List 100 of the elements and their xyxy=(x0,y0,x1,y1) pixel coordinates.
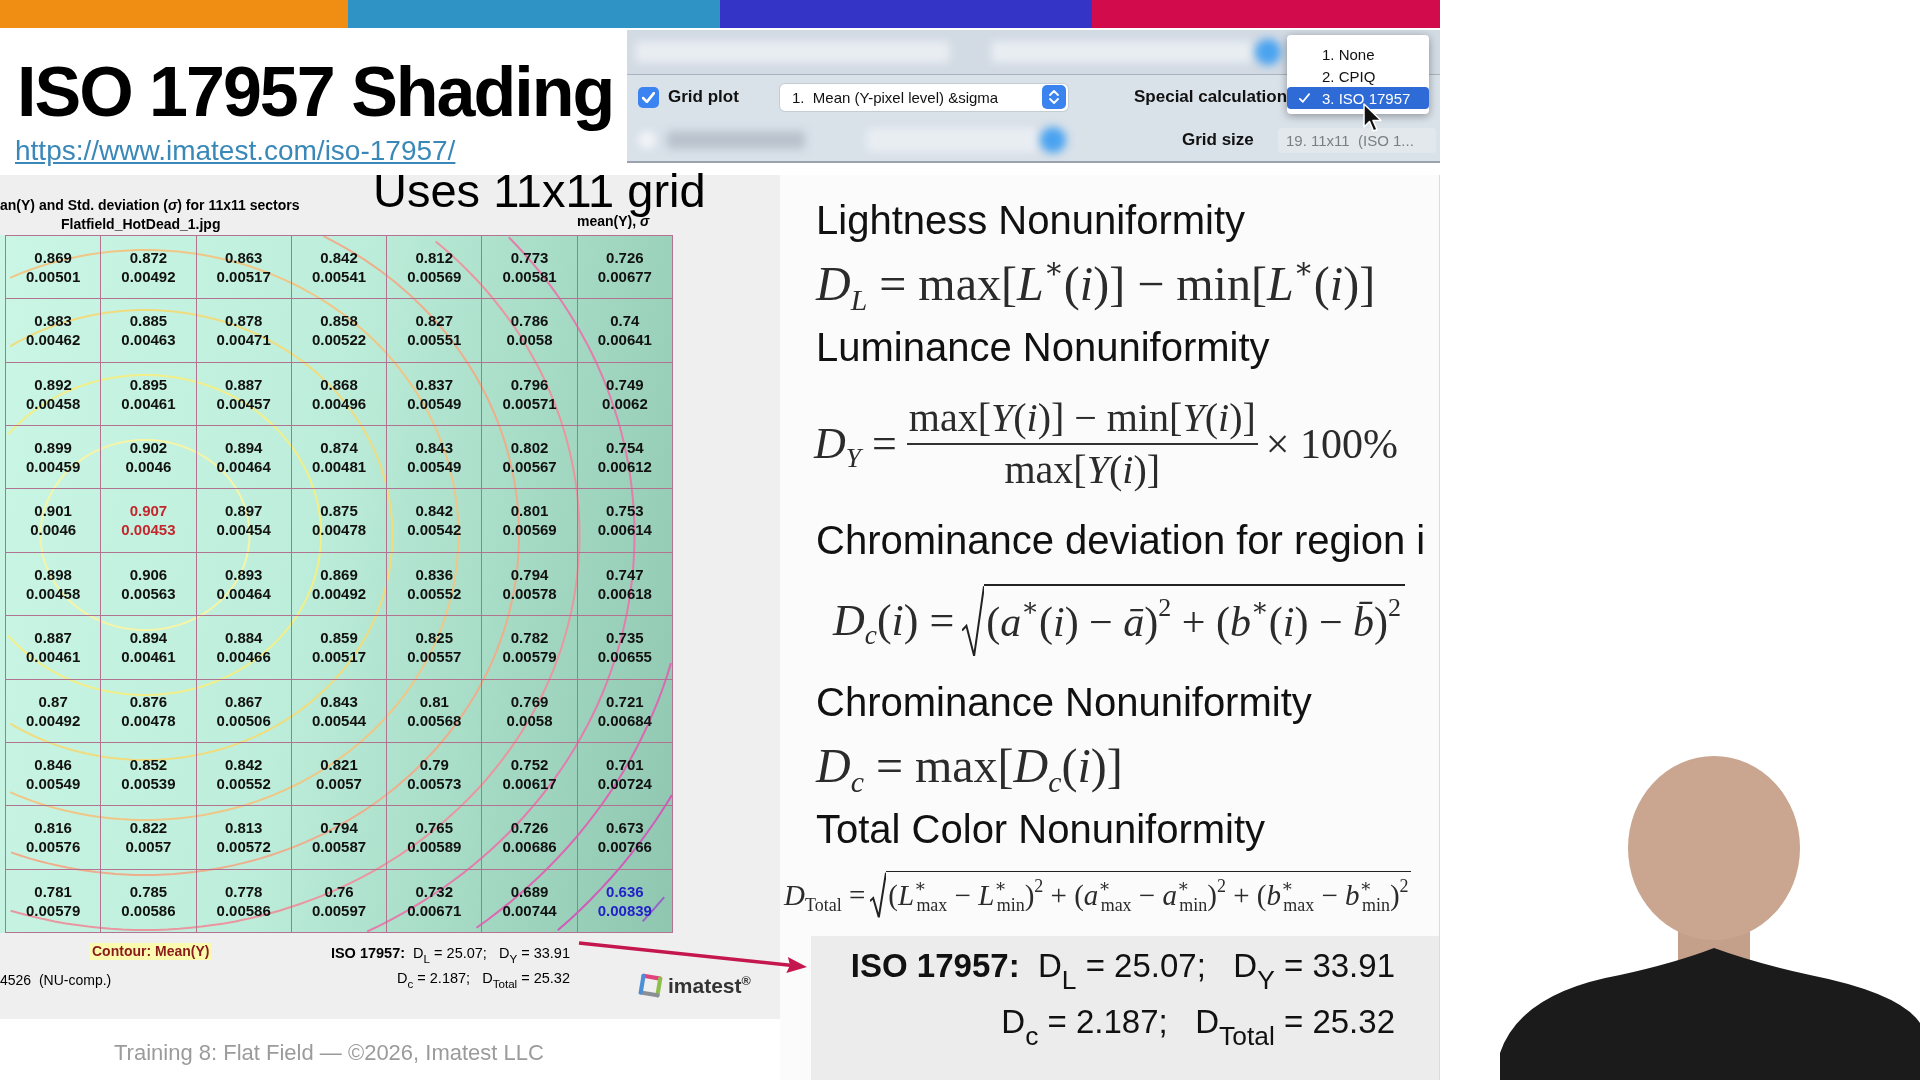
section-heading: Chrominance deviation for region i xyxy=(816,517,1426,564)
plot-title: an(Y) and Std. deviation (σ) for 11x11 sectors xyxy=(0,196,300,215)
grid-cell: 0.843 0.00549 xyxy=(387,426,483,490)
grid-cell: 0.842 0.00542 xyxy=(387,489,483,553)
grid-cell: 0.81 0.00568 xyxy=(387,679,483,743)
equation: D$_{c}$ = max[D$_{c}$(i)] xyxy=(816,737,1123,794)
grid-cell: 0.821 0.0057 xyxy=(291,742,388,807)
grid-cell: 0.79 0.00573 xyxy=(387,742,483,807)
grid-cell: 0.812 0.00569 xyxy=(387,236,483,300)
grid-cell: 0.773 0.00581 xyxy=(482,236,578,300)
logo-icon xyxy=(637,973,663,999)
grid-cell: 0.893 0.00464 xyxy=(196,552,292,617)
grid-cell: 0.74 0.00641 xyxy=(577,299,673,363)
grid-cell: 0.753 0.00614 xyxy=(577,489,673,553)
grid-cell: 0.842 0.00552 xyxy=(196,742,292,807)
grid-cell: 0.907 0.00453 xyxy=(101,489,197,553)
check-icon xyxy=(642,91,655,103)
grid-cell: 0.721 0.00684 xyxy=(577,679,673,743)
grid-cell: 0.858 0.00522 xyxy=(291,299,388,363)
plot-dropdown[interactable]: 1. Mean (Y-pixel level) &sigma xyxy=(780,83,1068,111)
plot-note: 4526 (NU-comp.) xyxy=(0,972,112,989)
grid-cell: 0.887 0.00461 xyxy=(6,616,102,680)
section-heading: Total Color Nonuniformity xyxy=(816,806,1266,853)
equation-label: D$_{Y}$ = xyxy=(814,417,897,470)
grid-cell: 0.867 0.00506 xyxy=(196,679,292,743)
menu-item[interactable]: 2. CPIQ xyxy=(1287,65,1429,87)
grid-cell: 0.735 0.00655 xyxy=(577,616,673,680)
grid-cell: 0.76 0.00597 xyxy=(291,869,388,933)
grid-cell: 0.802 0.00567 xyxy=(482,426,578,490)
radical-sign-icon xyxy=(870,871,887,918)
grid-cell: 0.636 0.00839 xyxy=(577,869,673,933)
grid-cell: 0.843 0.00544 xyxy=(291,679,388,743)
grid-cell: 0.897 0.00454 xyxy=(196,489,292,553)
fraction-denominator: max[Y(i)] xyxy=(1004,445,1161,493)
grid-cell: 0.842 0.00541 xyxy=(291,236,388,300)
grid-cell: 0.899 0.00459 xyxy=(6,426,102,490)
field-label: Special calculation xyxy=(1134,87,1288,107)
fraction-numerator: max[Y(i)] − min[Y(i)] xyxy=(906,394,1258,445)
grid-cell: 0.765 0.00589 xyxy=(387,806,483,870)
blurred-control xyxy=(1255,39,1281,65)
grid-cell: 0.836 0.00552 xyxy=(387,552,483,617)
grid-cell: 0.769 0.0058 xyxy=(482,679,578,743)
slide-footer: Training 8: Flat Field — ©2026, Imatest LLC xyxy=(114,1040,544,1065)
menu-item[interactable]: 1. None xyxy=(1287,43,1429,65)
grid-cell: 0.781 0.00579 xyxy=(6,869,102,933)
grid-cell: 0.859 0.00517 xyxy=(291,616,388,680)
contour-label: Contour: Mean(Y) xyxy=(90,943,212,960)
grid-cell: 0.868 0.00496 xyxy=(291,362,388,427)
grid-cell: 0.901 0.0046 xyxy=(6,489,102,553)
equation: D$_{L}$ = max[L$^{∗}$(i)] − min[L$^{∗}$(i)] xyxy=(816,255,1376,312)
grid-cell: 0.827 0.00551 xyxy=(387,299,483,363)
grid-cell: 0.749 0.0062 xyxy=(577,362,673,427)
grid-cell: 0.846 0.00549 xyxy=(6,742,102,807)
result-line: D$_{c}$ = 2.187; D$_{Total}$ = 25.32 xyxy=(397,969,570,991)
grid-cell: 0.898 0.00458 xyxy=(6,552,102,617)
grid-cell: 0.726 0.00677 xyxy=(577,236,673,300)
grid-cell: 0.852 0.00539 xyxy=(101,742,197,807)
grid-cell: 0.825 0.00557 xyxy=(387,616,483,680)
checkbox[interactable] xyxy=(638,86,659,108)
section-heading: Lightness Nonuniformity xyxy=(816,197,1246,244)
grid-cell: 0.906 0.00563 xyxy=(101,552,197,617)
grid-cell: 0.883 0.00462 xyxy=(6,299,102,363)
radical-sign-icon xyxy=(962,585,985,657)
grid-cell: 0.813 0.00572 xyxy=(196,806,292,870)
grid-cell: 0.874 0.00481 xyxy=(291,426,388,490)
grid-cell: 0.754 0.00612 xyxy=(577,426,673,490)
blurred-control xyxy=(1040,127,1066,153)
grid-cell: 0.785 0.00586 xyxy=(101,869,197,933)
grid-cell: 0.894 0.00461 xyxy=(101,616,197,680)
equation-label: D$_{c}$(i) = xyxy=(833,595,955,647)
grid-cell: 0.747 0.00618 xyxy=(577,552,673,617)
grid-cell: 0.884 0.00466 xyxy=(196,616,292,680)
slide-link[interactable]: https://www.imatest.com/iso-17957/ xyxy=(15,135,456,166)
grid-cell: 0.869 0.00501 xyxy=(6,236,102,300)
grid-cell: 0.895 0.00461 xyxy=(101,362,197,427)
grid-cell: 0.701 0.00724 xyxy=(577,742,673,807)
section-heading: Chrominance Nonuniformity xyxy=(816,679,1312,726)
grid-cell: 0.801 0.00569 xyxy=(482,489,578,553)
grid-cell: 0.869 0.00492 xyxy=(291,552,388,617)
grid-cell: 0.892 0.00458 xyxy=(6,362,102,427)
menu-item[interactable]: 3. ISO 17957 xyxy=(1287,87,1429,109)
grid-cell: 0.752 0.00617 xyxy=(482,742,578,807)
logo-text: imatest$^{®}$ xyxy=(668,974,751,998)
result-line: ISO 17957: D$_{L}$ = 25.07; D$_{Y}$ = 33.91 xyxy=(330,944,570,966)
grid-cell: 0.875 0.00478 xyxy=(291,489,388,553)
grid-cell: 0.794 0.00578 xyxy=(482,552,578,617)
grid-cell: 0.87 0.00492 xyxy=(6,679,102,743)
grid-cell: 0.822 0.0057 xyxy=(101,806,197,870)
section-heading: Luminance Nonuniformity xyxy=(816,324,1270,371)
grid-cell: 0.726 0.00686 xyxy=(482,806,578,870)
radicand: (a$^{∗}$(i) − ā)$^{2}$ + (b$^{∗}$(i) − b̄)$^{2}$ xyxy=(984,584,1406,656)
grid-cell: 0.786 0.0058 xyxy=(482,299,578,363)
result-line: D$_{c}$ = 2.187; D$_{Total}$ = 25.32 xyxy=(1001,1002,1395,1045)
grid-cell: 0.782 0.00579 xyxy=(482,616,578,680)
grid-cell: 0.863 0.00517 xyxy=(196,236,292,300)
grid-cell: 0.794 0.00587 xyxy=(291,806,388,870)
field-label: Grid size xyxy=(1182,130,1254,150)
grid-cell: 0.878 0.00471 xyxy=(196,299,292,363)
grid-cell: 0.894 0.00464 xyxy=(196,426,292,490)
stepper-icon xyxy=(1042,85,1066,109)
